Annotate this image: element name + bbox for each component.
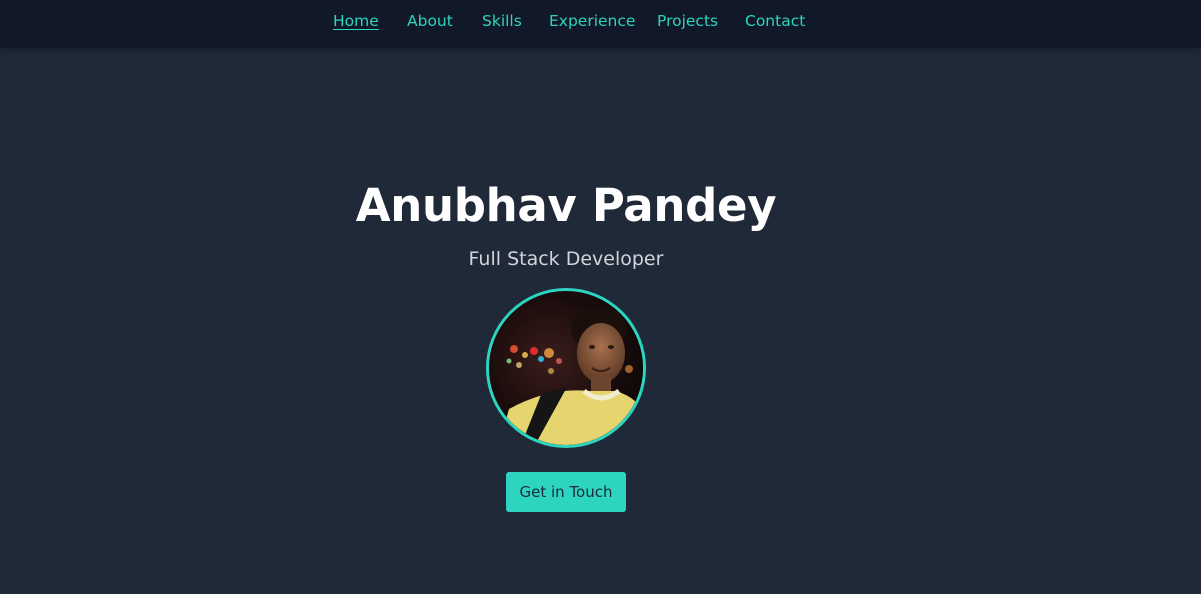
profile-photo	[486, 288, 646, 448]
nav-link-about[interactable]: About	[407, 11, 453, 31]
profile-photo-image	[489, 291, 643, 445]
nav-link-skills[interactable]: Skills	[482, 11, 522, 31]
top-navbar: Home About Skills Experience Projects Co…	[0, 0, 1201, 48]
hero-role-subtitle: Full Stack Developer	[468, 248, 664, 270]
hero-name-heading: Anubhav Pandey	[355, 179, 777, 232]
nav-link-contact[interactable]: Contact	[745, 11, 805, 31]
nav-link-projects[interactable]: Projects	[657, 11, 718, 31]
get-in-touch-button[interactable]: Get in Touch	[506, 472, 626, 512]
nav-link-home[interactable]: Home	[333, 11, 379, 31]
nav-link-experience[interactable]: Experience	[549, 11, 635, 31]
